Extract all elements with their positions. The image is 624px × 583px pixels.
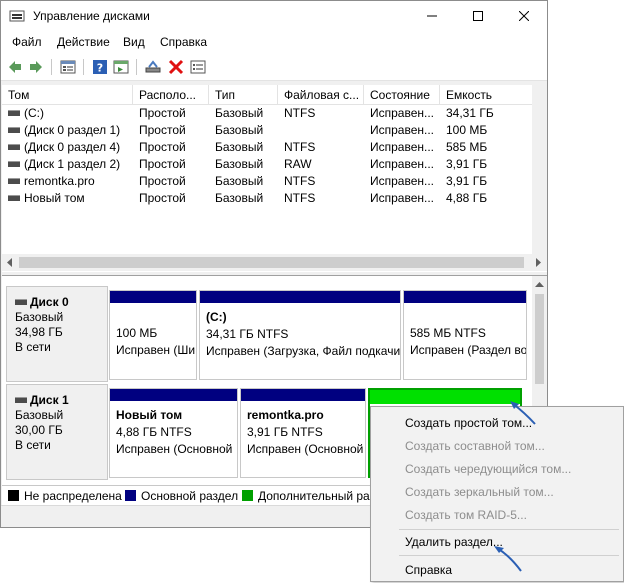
annotation-arrows [494,401,536,572]
arrow-to-delete-partition-icon [494,546,522,572]
arrow-to-extended-partition-icon [510,401,536,425]
